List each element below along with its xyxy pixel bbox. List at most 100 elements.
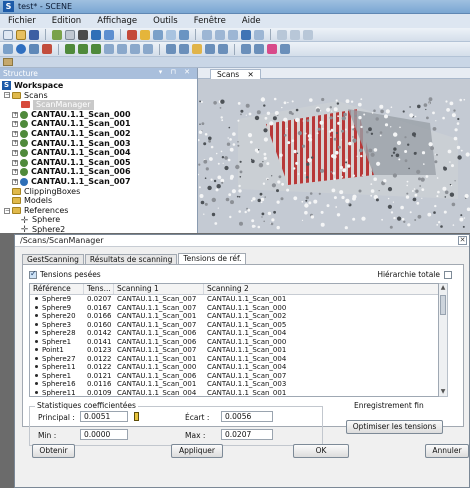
menu-aide[interactable]: Aide xyxy=(242,16,261,26)
tree-item-scanmanager[interactable]: ScanManager xyxy=(0,100,197,110)
menu-affichage[interactable]: Affichage xyxy=(97,16,137,26)
annuler-button[interactable]: Annuler xyxy=(425,444,469,458)
box-icon[interactable] xyxy=(104,44,114,54)
tree-item-clippingboxes[interactable]: ClippingBoxes xyxy=(0,187,197,197)
table-row[interactable]: Sphere9 0.0207 CANTAU.1.1_Scan_007 CANTAU.1… xyxy=(30,295,438,304)
table-row[interactable]: Sphere3 0.0160 CANTAU.1.1_Scan_007 CANTAU.1… xyxy=(30,321,438,330)
expand-icon[interactable]: + xyxy=(12,121,18,128)
menu-outils[interactable]: Outils xyxy=(153,16,178,26)
tree-item-references[interactable]: − References xyxy=(0,206,197,216)
3d-view-icon[interactable] xyxy=(91,29,101,40)
tree-item-scan[interactable]: + CANTAU.1.1_Scan_003 xyxy=(0,139,197,149)
tree-item-scan[interactable]: + CANTAU.1.1_Scan_007 xyxy=(0,177,197,187)
expand-icon[interactable]: + xyxy=(12,149,18,156)
menu-fenetre[interactable]: Fenêtre xyxy=(194,16,226,26)
flag-icon[interactable] xyxy=(267,44,277,54)
menu-edition[interactable]: Edition xyxy=(52,16,81,26)
distance-icon[interactable] xyxy=(205,44,215,54)
hierarchie-checkbox[interactable] xyxy=(444,270,452,279)
table-row[interactable]: Sphere11 0.0122 CANTAU.1.1_Scan_000 CANTAU.… xyxy=(30,363,438,372)
tree-item-scan[interactable]: + CANTAU.1.1_Scan_004 xyxy=(0,148,197,158)
open-folder-icon[interactable] xyxy=(16,29,26,40)
measure-icon[interactable] xyxy=(140,29,150,40)
expand-icon[interactable]: + xyxy=(12,178,18,185)
export-icon[interactable] xyxy=(254,44,264,54)
new-file-icon[interactable] xyxy=(3,29,13,40)
ecart-field[interactable]: 0.0056 xyxy=(221,411,273,422)
register-icon[interactable] xyxy=(127,29,137,40)
column-header-scanning2[interactable]: Scanning 2 xyxy=(204,284,438,294)
view-front-icon[interactable] xyxy=(202,29,212,40)
select-icon[interactable] xyxy=(277,29,287,40)
panel-tool-icon[interactable] xyxy=(3,58,13,66)
view-iso-icon[interactable] xyxy=(254,29,264,40)
marker-icon[interactable] xyxy=(192,44,202,54)
column-header-reference[interactable]: Référence xyxy=(30,284,84,294)
blue-square-icon[interactable] xyxy=(241,29,251,40)
window-icon[interactable] xyxy=(179,29,189,40)
menu-fichier[interactable]: Fichier xyxy=(8,16,36,26)
help-icon[interactable] xyxy=(65,29,75,40)
clip-icon[interactable] xyxy=(117,44,127,54)
optimize-tensions-button[interactable]: Optimiser les tensions xyxy=(346,420,443,434)
principal-field[interactable]: 0.0051 xyxy=(80,411,128,422)
tree-item-scans[interactable]: − Scans xyxy=(0,91,197,101)
import-icon[interactable] xyxy=(52,29,62,40)
table-row[interactable]: Sphere1 0.0141 CANTAU.1.1_Scan_006 CANTAU.1… xyxy=(30,338,438,347)
ok-button[interactable]: OK xyxy=(293,444,349,458)
point-cloud-view[interactable]: Scans ✕ xyxy=(198,68,470,233)
tree-item-scan[interactable]: + CANTAU.1.1_Scan_001 xyxy=(0,119,197,129)
collapse-icon[interactable]: − xyxy=(4,92,10,99)
close-icon[interactable]: ✕ xyxy=(248,70,254,79)
appliquer-button[interactable]: Appliquer xyxy=(171,444,223,458)
plane-icon[interactable] xyxy=(143,44,153,54)
filter-icon[interactable] xyxy=(290,29,300,40)
tree-item-scan[interactable]: + CANTAU.1.1_Scan_002 xyxy=(0,129,197,139)
expand-icon[interactable]: + xyxy=(12,130,18,137)
expand-icon[interactable]: + xyxy=(12,111,18,118)
panel-window-controls[interactable]: ▾ ⊓ ✕ xyxy=(159,68,193,76)
view-side-icon[interactable] xyxy=(215,29,225,40)
table-row[interactable]: Sphere27 0.0122 CANTAU.1.1_Scan_001 CANTAU.… xyxy=(30,355,438,364)
arrow-icon[interactable] xyxy=(303,29,313,40)
max-field[interactable]: 0.0207 xyxy=(221,429,273,440)
save-icon[interactable] xyxy=(29,29,39,40)
2d-view-icon[interactable] xyxy=(104,29,114,40)
tab-scans[interactable]: Scans ✕ xyxy=(210,69,261,79)
expand-icon[interactable]: + xyxy=(12,159,18,166)
walk-icon[interactable] xyxy=(42,44,52,54)
tensions-pesees-checkbox[interactable] xyxy=(29,269,37,279)
sphere-icon[interactable] xyxy=(16,44,26,54)
table-row[interactable]: Sphere28 0.0142 CANTAU.1.1_Scan_006 CANTAU.… xyxy=(30,329,438,338)
intensity-icon[interactable] xyxy=(91,44,101,54)
layout-icon[interactable] xyxy=(166,29,176,40)
collapse-icon[interactable]: − xyxy=(4,207,10,214)
orbit-icon[interactable] xyxy=(3,44,13,54)
scroll-down-icon[interactable]: ▼ xyxy=(439,388,447,396)
line-icon[interactable] xyxy=(179,44,189,54)
tree-item-scan[interactable]: + CANTAU.1.1_Scan_000 xyxy=(0,110,197,120)
table-row[interactable]: Sphere20 0.0166 CANTAU.1.1_Scan_001 CANTAU.… xyxy=(30,312,438,321)
table-row[interactable]: Sphere9 0.0167 CANTAU.1.1_Scan_007 CANTAU.1… xyxy=(30,304,438,313)
tree-item-workspace[interactable]: S Workspace xyxy=(0,81,197,91)
settings-icon[interactable] xyxy=(280,44,290,54)
gray-icon[interactable] xyxy=(78,44,88,54)
column-header-tension[interactable]: Tens... xyxy=(84,284,114,294)
dialog-close-icon[interactable]: ✕ xyxy=(458,236,467,245)
pan-icon[interactable] xyxy=(29,44,39,54)
view-top-icon[interactable] xyxy=(228,29,238,40)
expand-icon[interactable]: + xyxy=(12,169,18,176)
color-icon[interactable] xyxy=(65,44,75,54)
table-scrollbar[interactable]: ▲ ▼ xyxy=(439,283,448,397)
tree-item-sphere[interactable]: ✛ Sphere xyxy=(0,215,197,225)
column-header-scanning1[interactable]: Scanning 1 xyxy=(114,284,204,294)
scroll-up-icon[interactable]: ▲ xyxy=(439,284,447,292)
tree-item-models[interactable]: Models xyxy=(0,196,197,206)
table-row[interactable]: Sphere16 0.0116 CANTAU.1.1_Scan_001 CANTAU.… xyxy=(30,380,438,389)
table-row[interactable]: Sphere1 0.0121 CANTAU.1.1_Scan_006 CANTAU.1… xyxy=(30,372,438,381)
expand-icon[interactable]: + xyxy=(12,140,18,147)
scan-icon[interactable] xyxy=(78,29,88,40)
grid-icon[interactable] xyxy=(153,29,163,40)
min-field[interactable]: 0.0000 xyxy=(80,429,128,440)
obtenir-button[interactable]: Obtenir xyxy=(32,444,75,458)
